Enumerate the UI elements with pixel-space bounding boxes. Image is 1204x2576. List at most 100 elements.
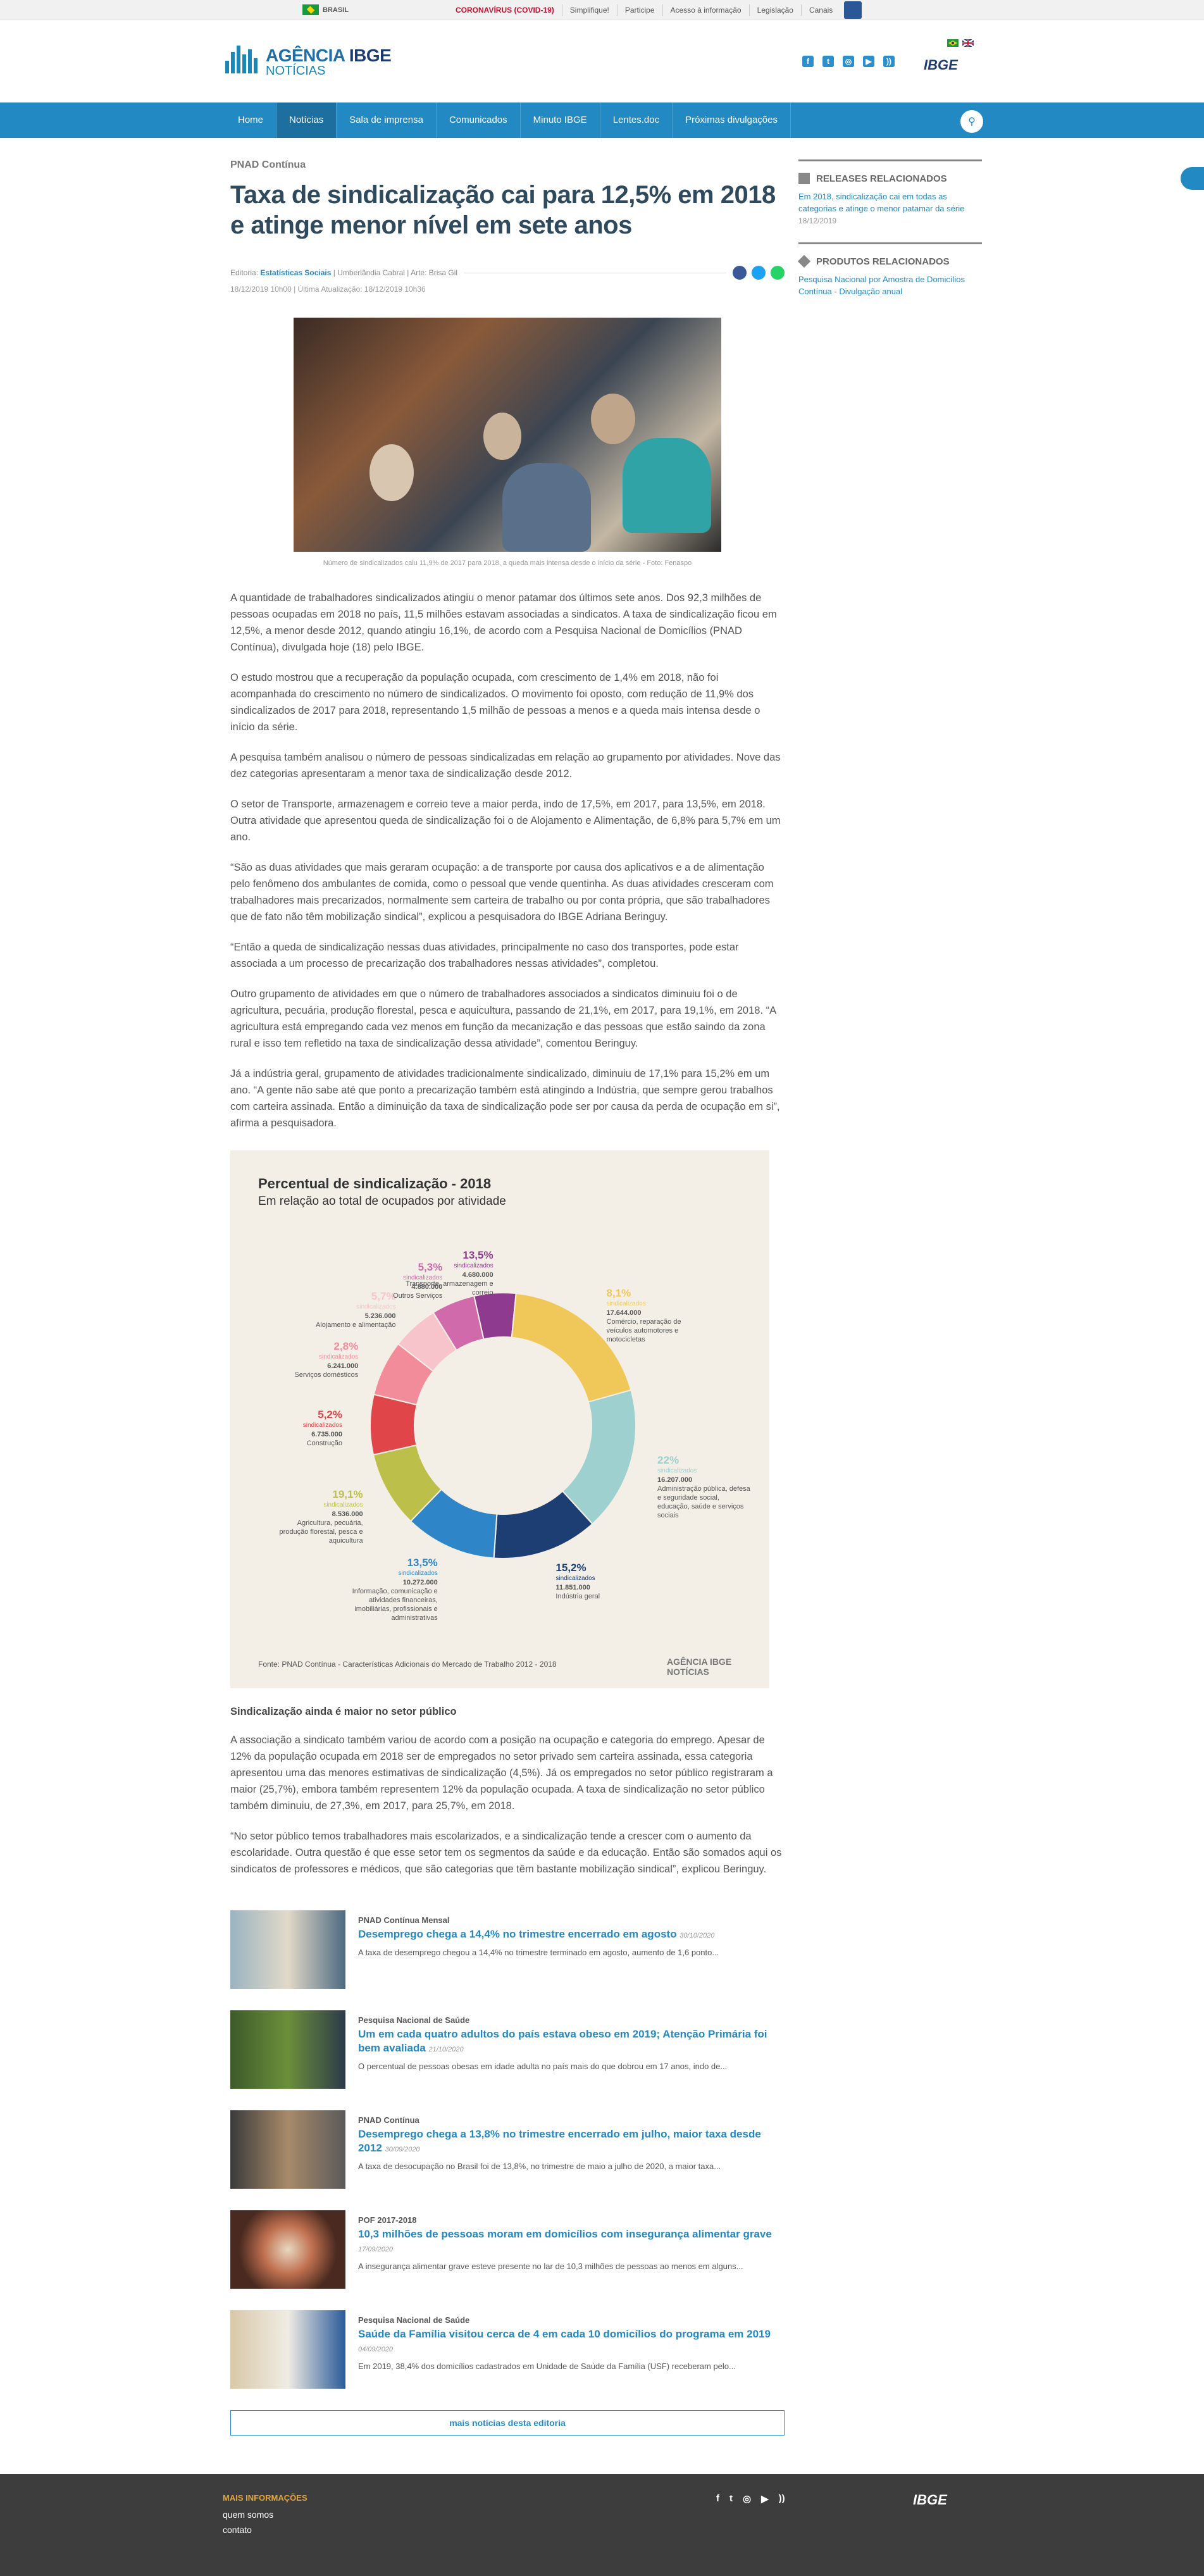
- ibge-logo[interactable]: IBGE: [924, 57, 958, 73]
- slice-rate-label: sindicalizados: [606, 1300, 646, 1307]
- slice-rate-label: sindicalizados: [318, 1353, 359, 1360]
- gov-link-covid[interactable]: CORONAVÍRUS (COVID-19): [448, 4, 562, 16]
- gov-link-acesso[interactable]: Acesso à informação: [662, 4, 749, 16]
- related-news-item[interactable]: POF 2017-2018 10,3 milhões de pessoas mo…: [230, 2210, 785, 2289]
- youtube-icon[interactable]: ▶: [761, 2493, 769, 2504]
- article-subheading: Sindicalização ainda é maior no setor pú…: [230, 1706, 457, 1717]
- nav-comunicados[interactable]: Comunicados: [437, 103, 521, 138]
- related-kicker: Pesquisa Nacional de Saúde: [358, 2315, 470, 2325]
- rss-icon[interactable]: )): [883, 56, 895, 67]
- english-flag-icon[interactable]: [962, 39, 974, 47]
- accessibility-icon[interactable]: [844, 1, 862, 19]
- share-facebook-icon[interactable]: [733, 266, 747, 280]
- article-body-2: A associação a sindicato também variou d…: [230, 1732, 785, 1877]
- article-paragraph: A quantidade de trabalhadores sindicaliz…: [230, 592, 777, 653]
- related-thumbnail[interactable]: [230, 2010, 345, 2089]
- gov-link-participe[interactable]: Participe: [616, 4, 662, 16]
- instagram-icon[interactable]: ◎: [843, 56, 854, 67]
- donut-label: 15,2% sindicalizados 11.851.000 Indústria g…: [555, 1562, 650, 1601]
- gov-link-simplifique[interactable]: Simplifique!: [561, 4, 617, 16]
- article-kicker: PNAD Contínua: [230, 159, 306, 170]
- share-twitter-icon[interactable]: [752, 266, 766, 280]
- related-thumbnail[interactable]: [230, 2210, 345, 2289]
- article-paragraph: Já a indústria geral, grupamento de ativ…: [230, 1068, 780, 1129]
- related-news-item[interactable]: PNAD Contínua Mensal Desemprego chega a …: [230, 1910, 785, 1989]
- portuguese-flag-icon[interactable]: [947, 39, 959, 47]
- slice-rate: 13,5%: [407, 1557, 438, 1569]
- rss-icon[interactable]: )): [779, 2493, 785, 2504]
- slice-rate-label: sindicalizados: [403, 1274, 443, 1281]
- related-thumbnail[interactable]: [230, 2110, 345, 2189]
- slice-ocupados: 11.851.000: [555, 1583, 590, 1591]
- related-news-item[interactable]: Pesquisa Nacional de Saúde Saúde da Famí…: [230, 2310, 785, 2389]
- article-authors: | Umberlândia Cabral | Arte: Brisa Gil: [333, 268, 458, 277]
- search-icon: ⚲: [968, 116, 976, 127]
- twitter-icon[interactable]: t: [822, 56, 834, 67]
- editoria-link[interactable]: Estatísticas Sociais: [260, 268, 331, 277]
- infographic: Percentual de sindicalização - 2018 Em r…: [230, 1150, 769, 1688]
- footer-heading: MAIS INFORMAÇÕES: [223, 2493, 307, 2503]
- related-kicker: POF 2017-2018: [358, 2215, 417, 2225]
- header-social-links: f t ◎ ▶ )): [802, 56, 895, 67]
- article-paragraph: O estudo mostrou que a recuperação da po…: [230, 672, 760, 733]
- products-heading: PRODUTOS RELACIONADOS: [797, 254, 982, 268]
- slice-rate-label: sindicalizados: [356, 1303, 396, 1310]
- related-title[interactable]: 10,3 milhões de pessoas moram em domicíl…: [358, 2227, 785, 2256]
- related-kicker: PNAD Contínua: [358, 2115, 419, 2125]
- gov-link-canais[interactable]: Canais: [800, 4, 840, 16]
- nav-proximas-divulgacoes[interactable]: Próximas divulgações: [673, 103, 791, 138]
- share-whatsapp-icon[interactable]: [771, 266, 785, 280]
- facebook-icon[interactable]: f: [802, 56, 814, 67]
- gov-link-legislacao[interactable]: Legislação: [748, 4, 801, 16]
- instagram-icon[interactable]: ◎: [743, 2493, 751, 2504]
- nav-noticias[interactable]: Notícias: [276, 103, 337, 138]
- main-navigation: Home Notícias Sala de imprensa Comunicad…: [0, 103, 1204, 138]
- donut-label: 2,8% sindicalizados 6.241.000 Serviços domé…: [263, 1340, 359, 1379]
- footer-link-contato[interactable]: contato: [223, 2525, 252, 2535]
- infographic-logo: AGÊNCIA IBGE NOTÍCIAS: [667, 1657, 732, 1677]
- related-thumbnail[interactable]: [230, 1910, 345, 1989]
- product-link[interactable]: Pesquisa Nacional por Amostra de Domicíl…: [798, 273, 982, 297]
- slice-rate-label: sindicalizados: [454, 1262, 493, 1270]
- related-summary: A taxa de desemprego chegou a 14,4% no t…: [358, 1948, 719, 1957]
- related-thumbnail[interactable]: [230, 2310, 345, 2389]
- brazil-flag-icon: [302, 4, 319, 15]
- related-title[interactable]: Desemprego chega a 14,4% no trimestre en…: [358, 1927, 785, 1943]
- twitter-icon[interactable]: t: [729, 2493, 733, 2504]
- article-paragraph: Outro grupamento de atividades em que o …: [230, 988, 776, 1049]
- related-summary: O percentual de pessoas obesas em idade …: [358, 2062, 728, 2071]
- related-news-item[interactable]: Pesquisa Nacional de Saúde Um em cada qu…: [230, 2010, 785, 2089]
- release-link[interactable]: Em 2018, sindicalização cai em todas as …: [798, 190, 982, 227]
- slice-ocupados: 16.207.000: [657, 1476, 693, 1484]
- related-title[interactable]: Um em cada quatro adultos do país estava…: [358, 2027, 785, 2056]
- footer-link-quem-somos[interactable]: quem somos: [223, 2510, 273, 2520]
- nav-lentes-doc[interactable]: Lentes.doc: [600, 103, 673, 138]
- facebook-icon[interactable]: f: [716, 2493, 719, 2504]
- slice-name: Comércio, reparação de veículos automoto…: [606, 1317, 681, 1343]
- related-title[interactable]: Saúde da Família visitou cerca de 4 em c…: [358, 2327, 785, 2356]
- more-news-button[interactable]: mais notícias desta editoria: [230, 2410, 785, 2436]
- box-icon: [797, 254, 811, 268]
- article-meta: Editoria: Estatísticas Sociais | Umberlâ…: [230, 266, 785, 280]
- slice-name: Construção: [306, 1440, 342, 1447]
- search-button[interactable]: ⚲: [960, 110, 983, 133]
- youtube-icon[interactable]: ▶: [863, 56, 874, 67]
- language-flags: [947, 39, 974, 47]
- nav-sala-de-imprensa[interactable]: Sala de imprensa: [337, 103, 437, 138]
- related-summary: A insegurança alimentar grave esteve pre…: [358, 2262, 743, 2271]
- related-releases: RELEASES RELACIONADOS Em 2018, sindicali…: [798, 159, 982, 227]
- accessibility-widget-button[interactable]: [1181, 167, 1204, 190]
- nav-minuto-ibge[interactable]: Minuto IBGE: [521, 103, 600, 138]
- related-title[interactable]: Desemprego chega a 13,8% no trimestre en…: [358, 2127, 785, 2156]
- slice-ocupados: 6.735.000: [311, 1431, 342, 1438]
- footer-ibge-logo[interactable]: IBGE: [913, 2492, 947, 2508]
- slice-name: Alojamento e alimentação: [315, 1321, 396, 1329]
- related-news-list: PNAD Contínua Mensal Desemprego chega a …: [230, 1910, 785, 2389]
- site-footer: MAIS INFORMAÇÕES quem somos contato f t …: [0, 2474, 1204, 2576]
- related-news-item[interactable]: PNAD Contínua Desemprego chega a 13,8% n…: [230, 2110, 785, 2189]
- related-kicker: Pesquisa Nacional de Saúde: [358, 2015, 470, 2025]
- nav-home[interactable]: Home: [225, 103, 277, 138]
- brasil-link[interactable]: BRASIL: [302, 4, 349, 15]
- slice-ocupados: 8.536.000: [332, 1510, 363, 1519]
- agencia-ibge-logo[interactable]: AGÊNCIA IBGE NOTÍCIAS: [225, 46, 392, 78]
